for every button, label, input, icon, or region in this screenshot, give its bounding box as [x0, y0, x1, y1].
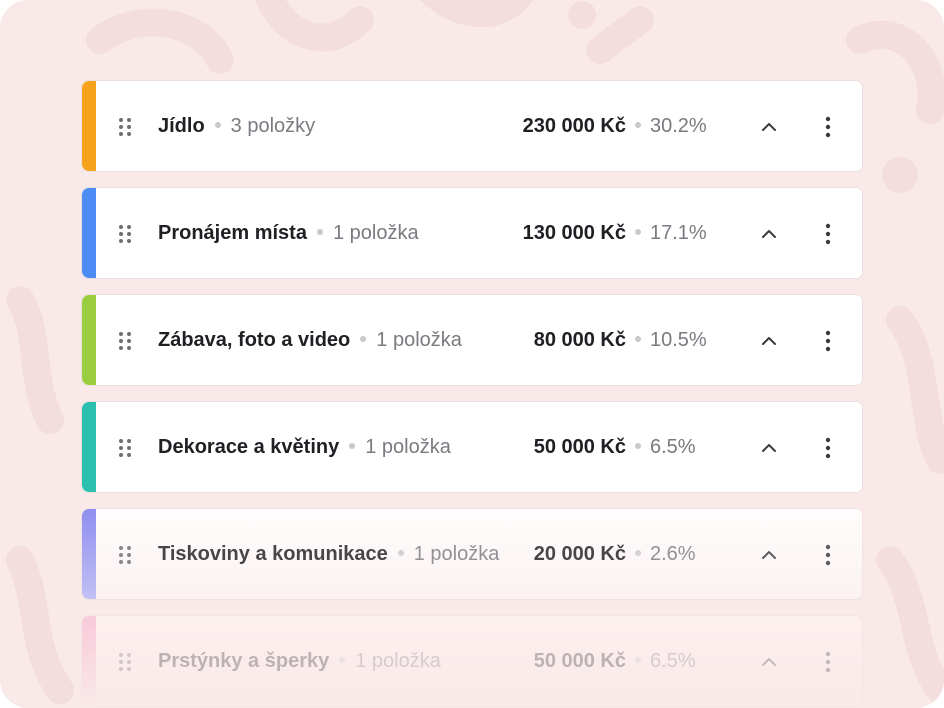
chevron-up-icon[interactable]	[760, 546, 778, 564]
separator-dot	[397, 549, 404, 556]
drag-handle-icon[interactable]	[118, 545, 132, 565]
category-summary: 230 000 Kč 30.2%	[523, 81, 712, 171]
category-title: Dekorace a květiny 1 položka	[158, 402, 451, 492]
category-row-jidlo[interactable]: Jídlo 3 položky 230 000 Kč 30.2%	[81, 80, 863, 172]
category-item-count: 3 položky	[230, 115, 316, 137]
separator-dot	[635, 656, 641, 663]
category-summary: 130 000 Kč 17.1%	[523, 188, 712, 278]
category-amount: 20 000 Kč	[533, 543, 626, 565]
category-percent: 6.5%	[650, 650, 696, 672]
more-vertical-icon[interactable]	[820, 650, 836, 674]
chevron-up-icon[interactable]	[760, 118, 778, 136]
category-percent: 30.2%	[650, 115, 707, 137]
category-percent: 17.1%	[650, 222, 707, 244]
category-percent: 2.6%	[650, 543, 696, 565]
separator-dot	[360, 335, 367, 342]
category-list: Jídlo 3 položky 230 000 Kč 30.2% Pronájem …	[81, 80, 863, 708]
separator-dot	[349, 442, 356, 449]
category-item-count: 1 položka	[365, 436, 451, 458]
category-title: Pronájem místa 1 položka	[158, 188, 419, 278]
category-row-dekorace[interactable]: Dekorace a květiny 1 položka 50 000 Kč 6.5…	[81, 401, 863, 493]
drag-handle-icon[interactable]	[118, 331, 132, 351]
category-item-count: 1 položka	[376, 329, 462, 351]
category-summary: 50 000 Kč 6.5%	[534, 402, 712, 492]
more-vertical-icon[interactable]	[820, 436, 836, 460]
category-row-pronajem-mista[interactable]: Pronájem místa 1 položka 130 000 Kč 17.1%	[81, 187, 863, 279]
drag-handle-icon[interactable]	[118, 652, 132, 672]
category-row-tiskoviny[interactable]: Tiskoviny a komunikace 1 položka 20 000 K…	[81, 508, 863, 600]
category-name: Dekorace a květiny	[158, 436, 340, 458]
category-summary: 80 000 Kč 10.5%	[534, 295, 712, 385]
category-row-prstynky[interactable]: Prstýnky a šperky 1 položka 50 000 Kč 6.5%	[81, 615, 863, 707]
separator-dot	[635, 442, 641, 449]
drag-handle-icon[interactable]	[118, 224, 132, 244]
category-percent: 6.5%	[650, 436, 696, 458]
category-title: Prstýnky a šperky 1 položka	[158, 616, 441, 706]
category-amount: 50 000 Kč	[533, 436, 626, 458]
chevron-up-icon[interactable]	[760, 332, 778, 350]
category-name: Prstýnky a šperky	[158, 650, 330, 672]
category-summary: 50 000 Kč 6.5%	[534, 616, 712, 706]
category-item-count: 1 položka	[413, 543, 500, 565]
more-vertical-icon[interactable]	[820, 329, 836, 353]
separator-dot	[635, 228, 641, 235]
category-item-count: 1 položka	[355, 650, 441, 672]
drag-handle-icon[interactable]	[118, 117, 132, 137]
budget-category-panel: Jídlo 3 položky 230 000 Kč 30.2% Pronájem …	[0, 0, 944, 708]
category-row-zabava[interactable]: Zábava, foto a video 1 položka 80 000 Kč 1…	[81, 294, 863, 386]
category-name: Tiskoviny a komunikace	[158, 543, 388, 565]
category-title: Tiskoviny a komunikace 1 položka	[158, 509, 499, 599]
separator-dot	[635, 549, 641, 556]
separator-dot	[339, 656, 346, 663]
more-vertical-icon[interactable]	[820, 222, 836, 246]
separator-dot	[214, 121, 221, 128]
category-percent: 10.5%	[650, 329, 707, 351]
category-name: Jídlo	[158, 115, 205, 137]
chevron-up-icon[interactable]	[760, 653, 778, 671]
category-name: Pronájem místa	[158, 222, 307, 244]
category-title: Zábava, foto a video 1 položka	[158, 295, 462, 385]
category-item-count: 1 položka	[332, 222, 419, 244]
separator-dot	[635, 121, 641, 128]
drag-handle-icon[interactable]	[118, 438, 132, 458]
more-vertical-icon[interactable]	[820, 543, 836, 567]
separator-dot	[316, 228, 323, 235]
separator-dot	[635, 335, 641, 342]
category-amount: 230 000 Kč	[522, 115, 626, 137]
chevron-up-icon[interactable]	[760, 225, 778, 243]
category-amount: 50 000 Kč	[533, 650, 626, 672]
category-summary: 20 000 Kč 2.6%	[534, 509, 712, 599]
category-amount: 130 000 Kč	[522, 222, 626, 244]
category-amount: 80 000 Kč	[533, 329, 626, 351]
category-title: Jídlo 3 položky	[158, 81, 315, 171]
category-name: Zábava, foto a video	[158, 329, 351, 351]
chevron-up-icon[interactable]	[760, 439, 778, 457]
more-vertical-icon[interactable]	[820, 115, 836, 139]
